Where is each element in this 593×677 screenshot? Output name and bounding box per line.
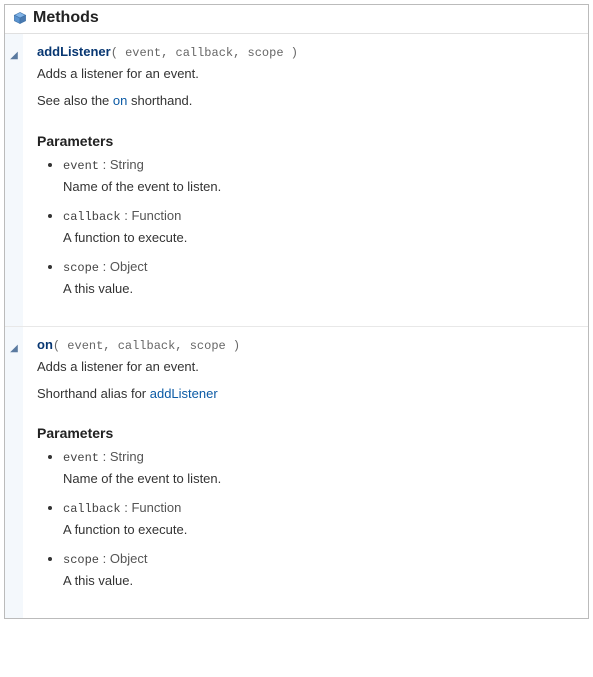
method-name-link[interactable]: addListener	[37, 44, 111, 59]
param-colon: :	[103, 551, 110, 566]
method-block: ◢ addListener( event, callback, scope ) …	[5, 34, 588, 327]
param-type: Function	[131, 208, 181, 223]
section-title: Methods	[33, 9, 99, 27]
parameters-heading: Parameters	[37, 425, 574, 441]
param-type: String	[110, 449, 144, 464]
method-name-link[interactable]: on	[37, 337, 53, 352]
param-type: Object	[110, 259, 148, 274]
param-item: event : String Name of the event to list…	[63, 157, 574, 194]
parameters-list: event : String Name of the event to list…	[37, 449, 574, 588]
param-colon: :	[103, 259, 110, 274]
package-icon	[13, 11, 27, 25]
param-name: callback	[63, 210, 121, 224]
method-signature: on( event, callback, scope )	[37, 337, 574, 353]
gutter: ◢	[5, 327, 23, 619]
param-desc: A function to execute.	[63, 522, 574, 537]
parameters-list: event : String Name of the event to list…	[37, 157, 574, 296]
param-colon: :	[103, 157, 110, 172]
parameters-heading: Parameters	[37, 133, 574, 149]
panel-header: Methods	[5, 5, 588, 34]
see-also-pre: Shorthand alias for	[37, 386, 150, 401]
see-also-link[interactable]: addListener	[150, 386, 218, 401]
param-desc: Name of the event to listen.	[63, 471, 574, 486]
see-also-link[interactable]: on	[113, 93, 127, 108]
param-name: event	[63, 159, 99, 173]
method-block: ◢ on( event, callback, scope ) Adds a li…	[5, 327, 588, 619]
param-type: String	[110, 157, 144, 172]
param-colon: :	[103, 449, 110, 464]
param-item: event : String Name of the event to list…	[63, 449, 574, 486]
gutter: ◢	[5, 34, 23, 326]
param-name: scope	[63, 553, 99, 567]
param-desc: A function to execute.	[63, 230, 574, 245]
param-item: callback : Function A function to execut…	[63, 208, 574, 245]
see-also-line: Shorthand alias for addListener	[37, 385, 574, 404]
methods-panel: Methods ◢ addListener( event, callback, …	[4, 4, 589, 619]
signature-params: ( event, callback, scope )	[53, 339, 240, 353]
param-type: Object	[110, 551, 148, 566]
method-signature: addListener( event, callback, scope )	[37, 44, 574, 60]
method-summary: Adds a listener for an event.	[37, 65, 574, 84]
param-name: scope	[63, 261, 99, 275]
param-desc: A this value.	[63, 281, 574, 296]
param-item: callback : Function A function to execut…	[63, 500, 574, 537]
collapse-icon[interactable]: ◢	[10, 51, 18, 61]
method-body: addListener( event, callback, scope ) Ad…	[23, 34, 588, 326]
collapse-icon[interactable]: ◢	[10, 344, 18, 354]
param-item: scope : Object A this value.	[63, 259, 574, 296]
signature-params: ( event, callback, scope )	[111, 46, 298, 60]
param-item: scope : Object A this value.	[63, 551, 574, 588]
see-also-post: shorthand.	[127, 93, 192, 108]
see-also-pre: See also the	[37, 93, 113, 108]
method-body: on( event, callback, scope ) Adds a list…	[23, 327, 588, 619]
param-name: event	[63, 451, 99, 465]
param-type: Function	[131, 500, 181, 515]
param-desc: Name of the event to listen.	[63, 179, 574, 194]
param-name: callback	[63, 502, 121, 516]
see-also-line: See also the on shorthand.	[37, 92, 574, 111]
param-desc: A this value.	[63, 573, 574, 588]
method-summary: Adds a listener for an event.	[37, 358, 574, 377]
